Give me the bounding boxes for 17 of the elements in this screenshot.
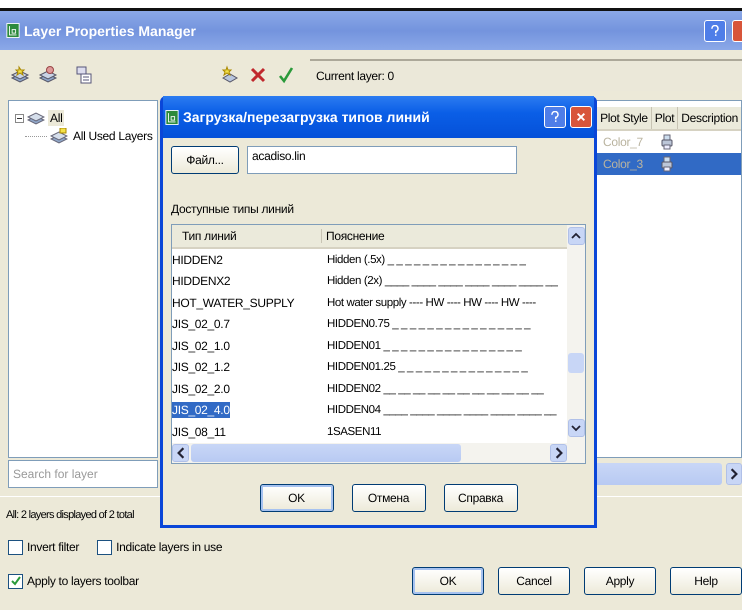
table-cell: Color_3 — [603, 157, 643, 171]
linetype-description: Hidden (.5x) _ _ _ _ _ _ _ _ _ _ _ _ _ _ _ _ — [327, 254, 526, 266]
linetype-description: HIDDEN0.75 _ _ _ _ _ _ _ _ _ _ _ _ _ _ _ _ — [327, 318, 530, 330]
linetype-description: Hot water supply ---- HW ---- HW ---- HW ---- — [327, 296, 536, 309]
linetype-description: HIDDEN04 ____ ____ ____ ____ ____ ____ __ — [327, 404, 556, 416]
linetype-description: Hidden (2x) ____ ____ ____ ____ ____ ____ __ — [327, 275, 558, 288]
table-cell: Color_7 — [603, 135, 643, 149]
checkbox-label: Invert filter — [27, 540, 80, 554]
window-title: Layer Properties Manager — [24, 22, 196, 38]
linetype-description: 1SASEN11 — [327, 426, 382, 438]
checkbox-label: Apply to layers toolbar — [27, 574, 139, 588]
linetype-description: HIDDEN01.25 _ _ _ _ _ _ _ _ _ _ _ _ _ _ _ — [327, 361, 528, 374]
dialog-title: Загрузка/перезагрузка типов линий — [183, 109, 430, 125]
list-label: Доступные типы линий — [171, 202, 295, 218]
linetype-description: HIDDEN01 _ _ _ _ _ _ _ _ _ _ _ _ _ _ _ _ — [327, 340, 522, 352]
linetype-description: HIDDEN02 __ __ __ __ __ __ __ __ __ __ __ — [327, 382, 544, 395]
checkbox-label: Indicate layers in use — [116, 540, 222, 554]
